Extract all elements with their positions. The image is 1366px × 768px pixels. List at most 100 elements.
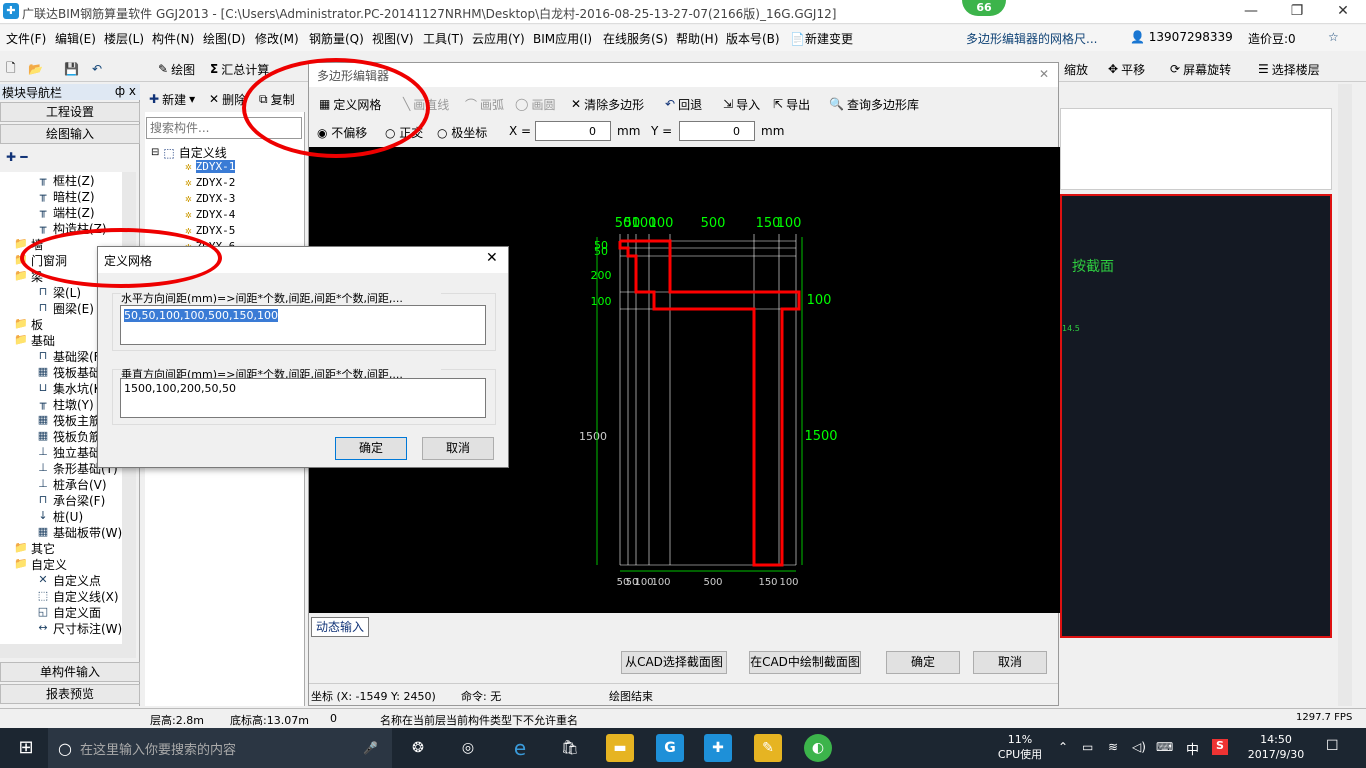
tree-item[interactable]: ◱ 自定义面 — [36, 604, 122, 620]
menu-online[interactable]: 在线服务(S) — [603, 30, 668, 47]
clock[interactable]: 14:50 2017/9/30 — [1236, 732, 1316, 762]
tree-hscrollbar[interactable] — [0, 644, 136, 658]
microphone-icon[interactable]: 🎤 — [363, 741, 378, 755]
draw-circle-button[interactable]: ◯ 画圆 — [515, 95, 555, 113]
query-library-button[interactable]: 🔍 查询多边形库 — [829, 95, 919, 113]
undo-icon[interactable]: ↶ — [92, 60, 102, 78]
rotate-button[interactable]: ⟳ 屏幕旋转 — [1170, 60, 1231, 78]
notification-badge[interactable]: 66 — [962, 0, 1006, 16]
notes-icon[interactable]: ✎ — [754, 734, 782, 762]
edge-browser-icon[interactable]: e — [506, 734, 534, 762]
tree-item[interactable]: ╥ 暗柱(Z) — [36, 188, 122, 204]
glodon-g-icon[interactable]: G — [656, 734, 684, 762]
dynamic-input-button[interactable]: 动态输入 — [311, 617, 369, 637]
notification-center-icon[interactable]: ☐ — [1326, 738, 1339, 754]
component-item[interactable]: ✲ ZDYX-5 — [185, 224, 235, 237]
grid-ok-button[interactable]: 确定 — [335, 437, 407, 460]
select-floor-button[interactable]: ☰ 选择楼层 — [1258, 60, 1320, 78]
tree-item[interactable]: ↓ 桩(U) — [36, 508, 122, 524]
component-item[interactable]: ✲ ZDYX-2 — [185, 176, 235, 189]
grid-dialog-close-icon[interactable]: ✕ — [486, 250, 498, 266]
cost-beans[interactable]: 造价豆:0 — [1248, 30, 1296, 47]
ggj-app-icon[interactable]: ✚ — [704, 734, 732, 762]
delete-component-button[interactable]: ✕ 删除 — [209, 90, 246, 108]
ime-indicator[interactable]: 中 — [1186, 739, 1199, 758]
green-app-icon[interactable]: ◐ — [804, 734, 832, 762]
clear-polygon-button[interactable]: ✕ 清除多边形 — [571, 95, 644, 113]
y-input[interactable]: 0 — [679, 121, 755, 141]
expand-collapse-icons[interactable]: ✚ ━ — [6, 150, 27, 164]
battery-icon[interactable]: ▭ — [1082, 740, 1093, 754]
zoom-button[interactable]: 缩放 — [1064, 60, 1088, 78]
sogou-tray-icon[interactable]: S — [1212, 739, 1228, 755]
new-change-button[interactable]: 📄新建变更 — [790, 30, 853, 47]
tree-item[interactable]: 📁 自定义 — [14, 556, 122, 572]
import-button[interactable]: ⇲ 导入 — [723, 95, 760, 113]
menu-version[interactable]: 版本号(B) — [726, 30, 780, 47]
notice-text[interactable]: 多边形编辑器的网格尺... — [966, 30, 1097, 47]
menu-edit[interactable]: 编辑(E) — [55, 30, 96, 47]
pan-button[interactable]: ✥ 平移 — [1108, 60, 1145, 78]
windows-start-icon[interactable]: ⊞ — [12, 734, 40, 762]
tab-report-preview[interactable]: 报表预览 — [0, 684, 140, 704]
component-root[interactable]: ⊟ ⬚ 自定义线 — [151, 144, 227, 161]
tab-project-settings[interactable]: 工程设置 — [0, 102, 140, 122]
draw-button[interactable]: ✎ 绘图 — [158, 60, 195, 78]
polygon-close-icon[interactable]: ✕ — [1039, 67, 1049, 81]
drawing-canvas-bg[interactable]: 按截面 14.5 — [1060, 194, 1332, 638]
tree-item[interactable]: ⊓ 承台梁(F) — [36, 492, 122, 508]
tree-item[interactable]: 📁 其它 — [14, 540, 122, 556]
tab-single-input[interactable]: 单构件输入 — [0, 662, 140, 682]
x-input[interactable]: 0 — [535, 121, 611, 141]
component-item[interactable]: ✲ ZDYX-1 — [185, 160, 236, 173]
hint-icon[interactable]: ☆ — [1328, 30, 1339, 44]
tray-up-icon[interactable]: ⌃ — [1058, 740, 1068, 754]
menu-view[interactable]: 视图(V) — [372, 30, 414, 47]
open-folder-icon[interactable]: 📂 — [28, 60, 43, 78]
tree-item[interactable]: ╥ 框柱(Z) — [36, 172, 122, 188]
tree-item[interactable]: ⊥ 桩承台(V) — [36, 476, 122, 492]
menu-component[interactable]: 构件(N) — [152, 30, 194, 47]
draw-arc-button[interactable]: ⌒ 画弧 — [465, 95, 504, 113]
spiral-app-icon[interactable]: ◎ — [454, 734, 482, 762]
menu-draw[interactable]: 绘图(D) — [203, 30, 246, 47]
volume-icon[interactable]: ◁) — [1132, 740, 1146, 754]
poly-cancel-button[interactable]: 取消 — [973, 651, 1047, 674]
store-icon[interactable]: 🛍 — [556, 734, 584, 762]
menu-bim[interactable]: BIM应用(I) — [533, 30, 592, 47]
tab-drawing-input[interactable]: 绘图输入 — [0, 124, 140, 144]
tree-item[interactable]: ↔ 尺寸标注(W) — [36, 620, 122, 636]
save-icon[interactable]: 💾 — [64, 60, 79, 78]
draw-in-cad-button[interactable]: 在CAD中绘制截面图 — [749, 651, 861, 674]
keyboard-icon[interactable]: ⌨ — [1156, 740, 1173, 754]
file-explorer-icon[interactable]: ▬ — [606, 734, 634, 762]
component-item[interactable]: ✲ ZDYX-4 — [185, 208, 235, 221]
tree-item[interactable]: ⬚ 自定义线(X) — [36, 588, 122, 604]
wifi-icon[interactable]: ≋ — [1108, 740, 1118, 754]
menu-tools[interactable]: 工具(T) — [423, 30, 464, 47]
tree-item[interactable]: ╥ 端柱(Z) — [36, 204, 122, 220]
select-from-cad-button[interactable]: 从CAD选择截面图 — [621, 651, 727, 674]
grid-cancel-button[interactable]: 取消 — [422, 437, 494, 460]
sum-calc-button[interactable]: Σ 汇总计算 — [210, 60, 269, 78]
main-scrollbar[interactable] — [1338, 84, 1352, 706]
menu-file[interactable]: 文件(F) — [6, 30, 46, 47]
menu-rebar[interactable]: 钢筋量(Q) — [309, 30, 364, 47]
horizontal-spacing-input[interactable]: 50,50,100,100,500,150,100 — [120, 305, 486, 345]
menu-help[interactable]: 帮助(H) — [676, 30, 718, 47]
maximize-button[interactable]: ❐ — [1274, 0, 1320, 24]
taskbar-search[interactable]: ○ 在这里输入你要搜索的内容 🎤 — [48, 728, 392, 768]
export-button[interactable]: ⇱ 导出 — [773, 95, 810, 113]
poly-ok-button[interactable]: 确定 — [886, 651, 960, 674]
undo-button[interactable]: ↶ 回退 — [665, 95, 702, 113]
component-item[interactable]: ✲ ZDYX-3 — [185, 192, 235, 205]
menu-cloud[interactable]: 云应用(Y) — [472, 30, 525, 47]
task-view-icon[interactable]: ❂ — [404, 734, 432, 762]
menu-modify[interactable]: 修改(M) — [255, 30, 299, 47]
account[interactable]: 👤 13907298339 — [1130, 30, 1233, 44]
minimize-button[interactable]: — — [1228, 0, 1274, 24]
new-file-icon[interactable]: 🗋 — [6, 60, 16, 78]
menu-floor[interactable]: 楼层(L) — [104, 30, 144, 47]
tree-item[interactable]: ✕ 自定义点 — [36, 572, 122, 588]
tree-item[interactable]: ▦ 基础板带(W) — [36, 524, 122, 540]
